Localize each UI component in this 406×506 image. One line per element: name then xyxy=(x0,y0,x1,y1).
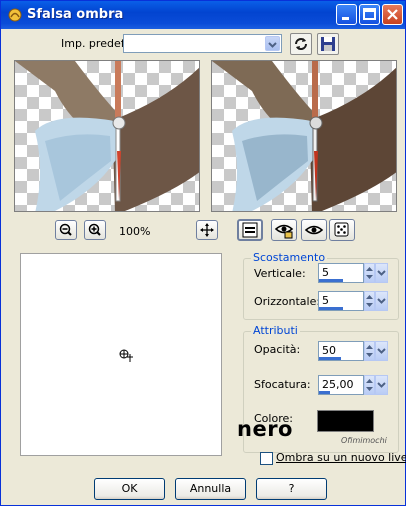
horizontal-spinner[interactable]: 5 xyxy=(318,291,388,311)
zoom-out-icon xyxy=(59,223,72,236)
reset-preset-button[interactable] xyxy=(290,33,312,55)
close-button[interactable] xyxy=(382,4,403,25)
offset-group-label: Scostamento xyxy=(251,251,328,264)
horizontal-updown[interactable] xyxy=(364,291,375,311)
opacity-dropdown[interactable] xyxy=(375,341,388,361)
opacity-label: Opacità: xyxy=(254,343,301,356)
opacity-value: 50 xyxy=(322,344,336,357)
toggle-preview-button[interactable] xyxy=(237,219,263,241)
maximize-button[interactable] xyxy=(359,4,380,25)
minimize-button[interactable] xyxy=(336,4,357,25)
new-layer-checkbox[interactable] xyxy=(260,452,273,465)
preset-combo[interactable] xyxy=(123,34,282,53)
chevron-down-icon xyxy=(268,42,277,48)
blur-label: Sfocatura: xyxy=(254,378,311,391)
vertical-slider-fill xyxy=(319,279,343,282)
chevron-down-icon xyxy=(377,298,386,304)
preview-before-image xyxy=(15,61,199,211)
help-button[interactable]: ? xyxy=(256,478,327,500)
zoom-level: 100% xyxy=(119,225,151,238)
title-bar[interactable]: Sfalsa ombra xyxy=(1,1,405,29)
vertical-updown[interactable] xyxy=(364,263,375,283)
chevron-down-icon xyxy=(377,382,386,388)
preview-after xyxy=(211,60,397,212)
dice-icon xyxy=(334,222,349,237)
save-icon xyxy=(321,37,335,51)
eye-lock-icon xyxy=(274,224,294,239)
randomize-button[interactable] xyxy=(329,219,355,241)
pan-button[interactable] xyxy=(196,220,218,240)
preset-dropdown-button[interactable] xyxy=(265,36,280,51)
horizontal-dropdown[interactable] xyxy=(375,291,388,311)
zoom-out-button[interactable] xyxy=(55,220,77,240)
attributes-group-label: Attributi xyxy=(251,324,300,337)
zoom-in-icon xyxy=(88,223,101,236)
color-name-annotation: nero xyxy=(237,417,293,441)
watermark: Ofimimochi xyxy=(341,436,387,445)
preview-toggle-icon xyxy=(242,222,258,238)
vertical-spinner[interactable]: 5 xyxy=(318,263,388,283)
save-preset-button[interactable] xyxy=(317,33,339,55)
app-icon xyxy=(8,8,22,22)
maximize-icon xyxy=(363,8,376,20)
minimize-icon xyxy=(342,17,349,20)
blur-slider-fill xyxy=(319,391,330,394)
cancel-button[interactable]: Annulla xyxy=(175,478,246,500)
auto-proof-button[interactable] xyxy=(301,219,327,241)
horizontal-slider-fill xyxy=(319,307,343,310)
blur-dropdown[interactable] xyxy=(375,375,388,395)
dialog-window: Sfalsa ombra Imp. predef.: 100% Scostame… xyxy=(0,0,406,506)
refresh-icon xyxy=(295,38,307,50)
color-swatch[interactable] xyxy=(317,410,374,432)
vertical-dropdown[interactable] xyxy=(375,263,388,283)
offset-canvas[interactable] xyxy=(20,253,222,456)
chevron-down-icon xyxy=(377,348,386,354)
dialog-client: Imp. predef.: 100% Scostamento Verticale… xyxy=(4,29,406,503)
vertical-label: Verticale: xyxy=(254,267,306,280)
close-icon xyxy=(387,9,398,20)
up-down-icon xyxy=(366,345,373,357)
zoom-in-button[interactable] xyxy=(84,220,106,240)
chevron-down-icon xyxy=(377,270,386,276)
up-down-icon xyxy=(366,379,373,391)
ok-button[interactable]: OK xyxy=(94,478,165,500)
opacity-slider-fill xyxy=(319,357,341,360)
preview-before xyxy=(14,60,200,212)
horizontal-value: 5 xyxy=(322,294,329,307)
preview-on-image-button[interactable] xyxy=(271,219,297,241)
blur-value: 25,00 xyxy=(322,378,354,391)
crosshair-icon[interactable] xyxy=(117,348,135,364)
new-layer-label[interactable]: Ombra su un nuovo livello xyxy=(276,451,406,464)
eye-icon xyxy=(304,225,324,235)
preset-label: Imp. predef.: xyxy=(61,37,131,50)
horizontal-label: Orizzontale: xyxy=(254,295,321,308)
opacity-spinner[interactable]: 50 xyxy=(318,341,388,361)
blur-spinner[interactable]: 25,00 xyxy=(318,375,388,395)
blur-updown[interactable] xyxy=(364,375,375,395)
move-icon xyxy=(200,223,214,237)
window-title: Sfalsa ombra xyxy=(27,7,124,22)
vertical-value: 5 xyxy=(322,266,329,279)
up-down-icon xyxy=(366,295,373,307)
preview-after-image xyxy=(212,61,396,211)
up-down-icon xyxy=(366,267,373,279)
opacity-updown[interactable] xyxy=(364,341,375,361)
